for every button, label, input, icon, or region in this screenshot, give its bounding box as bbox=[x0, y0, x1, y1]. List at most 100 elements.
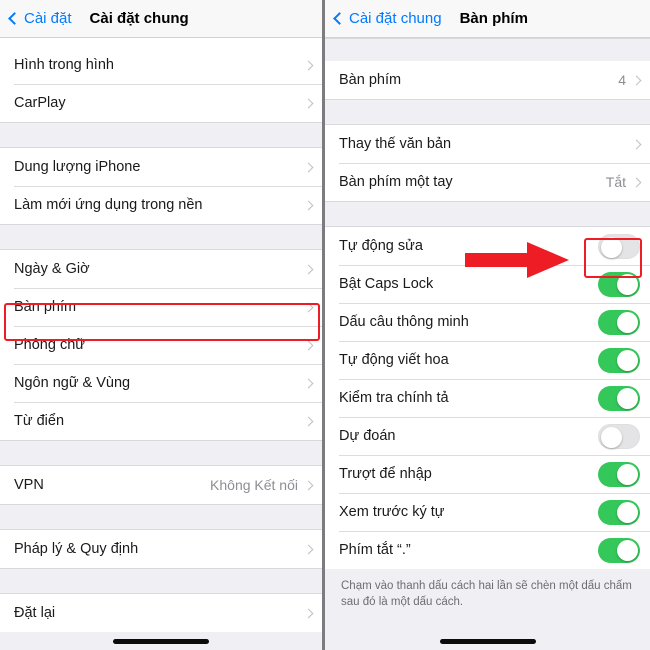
row-tu-dong-viet-hoa[interactable]: Tự động viết hoa bbox=[325, 341, 650, 379]
row-value-one-handed: Tắt bbox=[605, 174, 626, 190]
home-indicator bbox=[439, 639, 536, 644]
row-label: Đặt lại bbox=[14, 605, 56, 621]
row-label: CarPlay bbox=[14, 95, 66, 111]
row-label: Phím tắt “.” bbox=[339, 542, 411, 558]
right-back-button[interactable]: Cài đặt chung bbox=[333, 10, 442, 27]
row-label: Pháp lý & Quy định bbox=[14, 541, 139, 557]
row-label: Kiểm tra chính tả bbox=[339, 390, 449, 406]
right-section-3-toggles: Tự động sửa Bật Caps Lock Dấu câu thông … bbox=[325, 227, 650, 569]
toggle-bat-caps-lock[interactable] bbox=[598, 271, 640, 297]
row-tu-dong-sua[interactable]: Tự động sửa bbox=[325, 227, 650, 265]
chevron-right-icon bbox=[631, 75, 642, 85]
toggle-kiem-tra-chinh-ta[interactable] bbox=[598, 385, 640, 411]
row-bat-caps-lock[interactable]: Bật Caps Lock bbox=[325, 265, 650, 303]
right-section-2: Thay thế văn bản Bàn phím một tay Tắt bbox=[325, 125, 650, 201]
row-phong-chu[interactable]: Phông chữ bbox=[0, 326, 322, 364]
row-label: Ngôn ngữ & Vùng bbox=[14, 375, 131, 391]
home-indicator bbox=[113, 639, 209, 644]
chevron-right-icon bbox=[303, 162, 314, 172]
row-label: Bàn phím một tay bbox=[339, 174, 453, 190]
row-carplay[interactable]: CarPlay bbox=[0, 84, 322, 122]
row-dau-cau-thong-minh[interactable]: Dấu câu thông minh bbox=[325, 303, 650, 341]
left-section-3: Ngày & Giờ Bàn phím Phông chữ Ngôn ngữ &… bbox=[0, 250, 322, 440]
section-gap bbox=[0, 504, 322, 530]
left-back-label: Cài đặt bbox=[24, 10, 72, 27]
right-screen-keyboard-settings: Cài đặt chung Bàn phím Bàn phím 4 Thay t… bbox=[325, 0, 650, 650]
row-label: Thay thế văn bản bbox=[339, 136, 452, 152]
toggle-phim-tat-dot[interactable] bbox=[598, 537, 640, 563]
row-label: Làm mới ứng dụng trong nền bbox=[14, 197, 203, 213]
row-phap-ly-quy-dinh[interactable]: Pháp lý & Quy định bbox=[0, 530, 322, 568]
toggle-xem-truoc-ky-tu[interactable] bbox=[598, 499, 640, 525]
row-dat-lai[interactable]: Đặt lại bbox=[0, 594, 322, 632]
section-gap bbox=[0, 224, 322, 250]
chevron-right-icon bbox=[303, 302, 314, 312]
left-section-5: Pháp lý & Quy định bbox=[0, 530, 322, 568]
clipped-row-above: . bbox=[0, 38, 322, 46]
chevron-right-icon bbox=[303, 544, 314, 554]
chevron-right-icon bbox=[631, 177, 642, 187]
left-settings-list[interactable]: . Hình trong hình CarPlay Dung lượng iPh… bbox=[0, 38, 322, 650]
right-settings-list[interactable]: Bàn phím 4 Thay thế văn bản Bàn phím một… bbox=[325, 38, 650, 650]
row-value-vpn-status: Không Kết nối bbox=[210, 477, 298, 493]
row-ngon-ngu-vung[interactable]: Ngôn ngữ & Vùng bbox=[0, 364, 322, 402]
row-ban-phim[interactable]: Bàn phím bbox=[0, 288, 322, 326]
row-hinh-trong-hinh[interactable]: Hình trong hình bbox=[0, 46, 322, 84]
chevron-left-icon bbox=[8, 12, 21, 25]
row-vpn[interactable]: VPN Không Kết nối bbox=[0, 466, 322, 504]
chevron-right-icon bbox=[303, 378, 314, 388]
row-label: Dung lượng iPhone bbox=[14, 159, 141, 175]
toggle-truot-de-nhap[interactable] bbox=[598, 461, 640, 487]
row-label: Bàn phím bbox=[339, 72, 402, 88]
row-label: Dấu câu thông minh bbox=[339, 314, 469, 330]
row-du-doan[interactable]: Dự đoán bbox=[325, 417, 650, 455]
right-back-label: Cài đặt chung bbox=[349, 10, 442, 27]
row-truot-de-nhap[interactable]: Trượt để nhập bbox=[325, 455, 650, 493]
left-navigation-bar: Cài đặt Cài đặt chung bbox=[0, 0, 322, 38]
row-label: Bàn phím bbox=[14, 299, 77, 315]
row-phim-tat-dot[interactable]: Phím tắt “.” bbox=[325, 531, 650, 569]
row-dung-luong-iphone[interactable]: Dung lượng iPhone bbox=[0, 148, 322, 186]
toggle-dau-cau-thong-minh[interactable] bbox=[598, 309, 640, 335]
toggle-tu-dong-sua[interactable] bbox=[598, 233, 640, 259]
row-tu-dien[interactable]: Từ điển bbox=[0, 402, 322, 440]
row-kiem-tra-chinh-ta[interactable]: Kiểm tra chính tả bbox=[325, 379, 650, 417]
chevron-right-icon bbox=[303, 60, 314, 70]
toggle-knob bbox=[601, 426, 622, 448]
toggle-knob bbox=[617, 349, 638, 371]
section-gap bbox=[0, 568, 322, 594]
row-label: Hình trong hình bbox=[14, 57, 114, 73]
row-label: Dự đoán bbox=[339, 428, 396, 444]
row-thay-the-van-ban[interactable]: Thay thế văn bản bbox=[325, 125, 650, 163]
left-back-button[interactable]: Cài đặt bbox=[8, 10, 72, 27]
chevron-right-icon bbox=[631, 139, 642, 149]
row-label: Tự động sửa bbox=[339, 238, 423, 254]
row-value-keyboard-count: 4 bbox=[618, 72, 626, 88]
row-xem-truoc-ky-tu[interactable]: Xem trước ký tự bbox=[325, 493, 650, 531]
row-ban-phim-count[interactable]: Bàn phím 4 bbox=[325, 61, 650, 99]
row-label: Ngày & Giờ bbox=[14, 261, 90, 277]
toggle-tu-dong-viet-hoa[interactable] bbox=[598, 347, 640, 373]
row-lam-moi-ung-dung[interactable]: Làm mới ứng dụng trong nền bbox=[0, 186, 322, 224]
row-label: Bật Caps Lock bbox=[339, 276, 434, 292]
toggle-du-doan[interactable] bbox=[598, 423, 640, 449]
row-label: Trượt để nhập bbox=[339, 466, 432, 482]
row-ngay-gio[interactable]: Ngày & Giờ bbox=[0, 250, 322, 288]
right-section-1: Bàn phím 4 bbox=[325, 61, 650, 99]
toggle-knob bbox=[617, 463, 638, 485]
section-gap bbox=[325, 201, 650, 227]
dual-screenshot-container: Cài đặt Cài đặt chung . Hình trong hình … bbox=[0, 0, 650, 650]
chevron-right-icon bbox=[303, 608, 314, 618]
row-label: Phông chữ bbox=[14, 337, 85, 353]
toggle-knob bbox=[617, 539, 638, 561]
section-gap bbox=[0, 122, 322, 148]
row-ban-phim-mot-tay[interactable]: Bàn phím một tay Tắt bbox=[325, 163, 650, 201]
row-label: Tự động viết hoa bbox=[339, 352, 449, 368]
left-section-2: Dung lượng iPhone Làm mới ứng dụng trong… bbox=[0, 148, 322, 224]
chevron-right-icon bbox=[303, 416, 314, 426]
row-label: Xem trước ký tự bbox=[339, 504, 445, 520]
section-gap bbox=[0, 440, 322, 466]
chevron-right-icon bbox=[303, 264, 314, 274]
toggle-knob bbox=[601, 236, 622, 258]
right-page-title: Bàn phím bbox=[459, 10, 528, 27]
